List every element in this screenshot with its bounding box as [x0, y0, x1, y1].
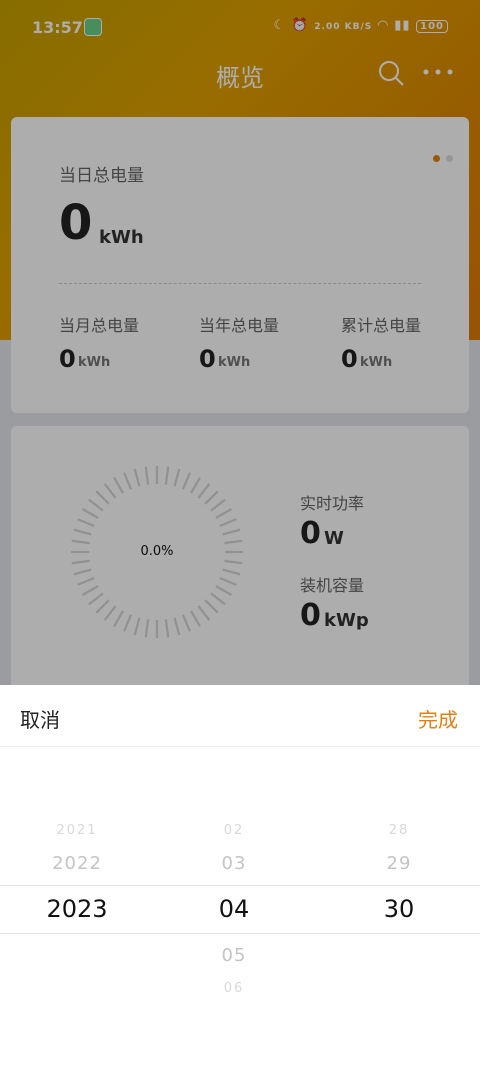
month-selected[interactable]: 04: [174, 895, 294, 923]
day-wheel[interactable]: 28 29 30: [339, 685, 459, 1073]
month-option[interactable]: 05: [174, 945, 294, 966]
year-selected[interactable]: 2023: [17, 895, 137, 923]
month-option[interactable]: 02: [174, 823, 294, 838]
month-wheel[interactable]: 02 03 04 05 06: [174, 685, 294, 1073]
month-option[interactable]: 06: [174, 981, 294, 996]
day-option[interactable]: 28: [339, 823, 459, 838]
month-option[interactable]: 03: [174, 853, 294, 874]
day-option[interactable]: 29: [339, 853, 459, 874]
day-selected[interactable]: 30: [339, 895, 459, 923]
year-option[interactable]: 2022: [17, 853, 137, 874]
year-wheel[interactable]: 2021 2022 2023: [17, 685, 137, 1073]
date-picker-sheet: 取消 完成 2021 2022 2023 02 03 04 05 06 28 2…: [0, 685, 480, 1073]
year-option[interactable]: 2021: [17, 823, 137, 838]
